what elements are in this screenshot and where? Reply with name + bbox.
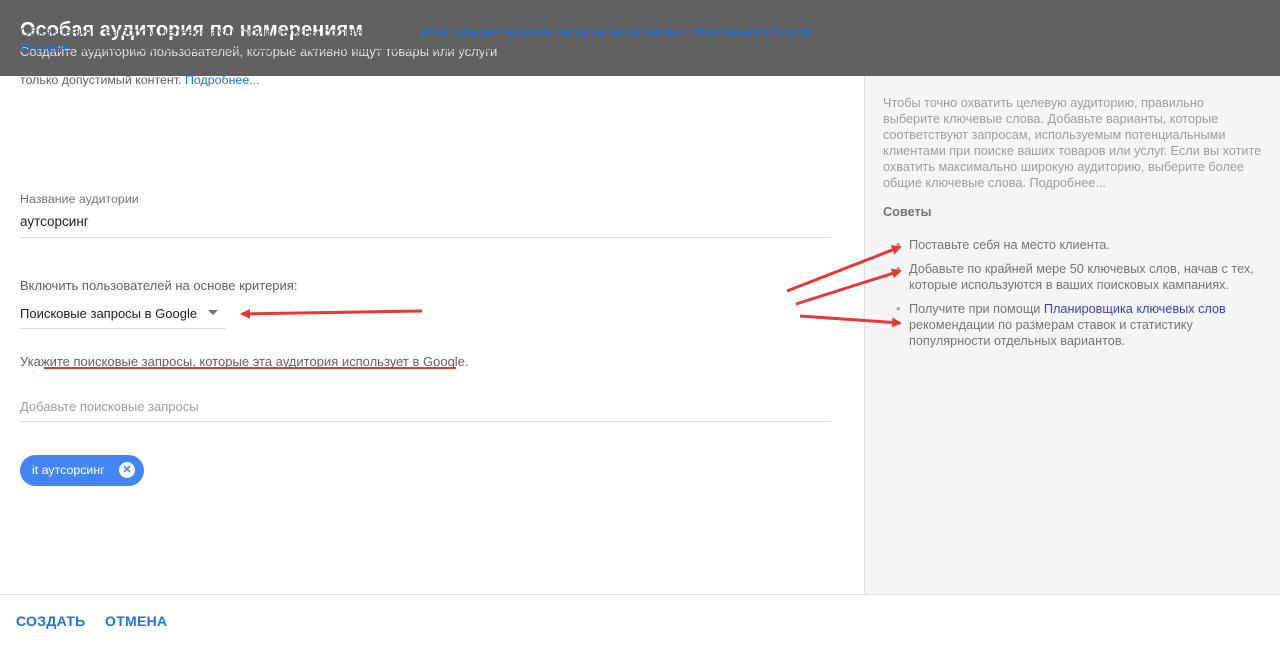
policy-intro: Объявления с выбором целевой аудитории д… (20, 24, 820, 88)
form-panel (0, 76, 864, 594)
intro-text-2: . Деликатные ключевые слова будут исполь… (20, 41, 820, 87)
tip-3-text-after: рекомендации по размерам ставок и статис… (909, 318, 1193, 348)
criteria-dropdown[interactable]: Поисковые запросы в Google (20, 301, 226, 329)
learn-more-link[interactable]: Подробнее... (185, 73, 260, 87)
bullet-icon: • (896, 302, 901, 316)
create-button[interactable]: СОЗДАТЬ (16, 613, 86, 629)
audience-name-underline (20, 237, 831, 238)
tip-1-text: Поставьте себя на место клиента. (909, 238, 1110, 252)
bullet-icon: • (896, 262, 901, 276)
tip-item: • Получите при помощи Планировщика ключев… (896, 301, 1259, 349)
audience-name-input[interactable]: аутсорсинг (20, 214, 89, 229)
query-chip[interactable]: it аутсорсинг ✕ (20, 455, 144, 486)
search-queries-input[interactable] (20, 392, 831, 422)
audience-name-label: Название аудитории (20, 192, 139, 206)
sidebar-help-text: Чтобы точно охватить целевую аудиторию, … (883, 96, 1262, 190)
help-sidebar: Чтобы точно охватить целевую аудиторию, … (864, 76, 1280, 594)
bullet-icon: • (896, 238, 901, 252)
tips-list: • Поставьте себя на место клиента. • Добав… (896, 237, 1259, 357)
keyword-planner-link[interactable]: Планировщика ключевых слов (1044, 302, 1226, 316)
dropdown-arrow-icon (208, 310, 218, 315)
tip-3-text-before: Получите при помощи (909, 302, 1044, 316)
intro-text-1: Объявления с выбором целевой аудитории д… (20, 25, 421, 39)
tip-item: • Добавьте по крайней мере 50 ключевых сл… (896, 261, 1259, 293)
tips-title: Советы (883, 205, 932, 219)
criteria-label: Включить пользователей на основе критери… (20, 278, 298, 293)
tip-2-text: Добавьте по крайней мере 50 ключевых сло… (909, 262, 1254, 292)
remove-chip-icon[interactable]: ✕ (119, 462, 135, 478)
dialog-footer: СОЗДАТЬ ОТМЕНА (0, 594, 1280, 645)
criteria-selected-value: Поисковые запросы в Google (20, 306, 198, 321)
tip-item: • Поставьте себя на место клиента. (896, 237, 1259, 253)
queries-hint: Укажите поисковые запросы, которые эта а… (20, 354, 469, 369)
query-chip-label: it аутсорсинг (32, 463, 105, 477)
cancel-button[interactable]: ОТМЕНА (105, 613, 167, 629)
